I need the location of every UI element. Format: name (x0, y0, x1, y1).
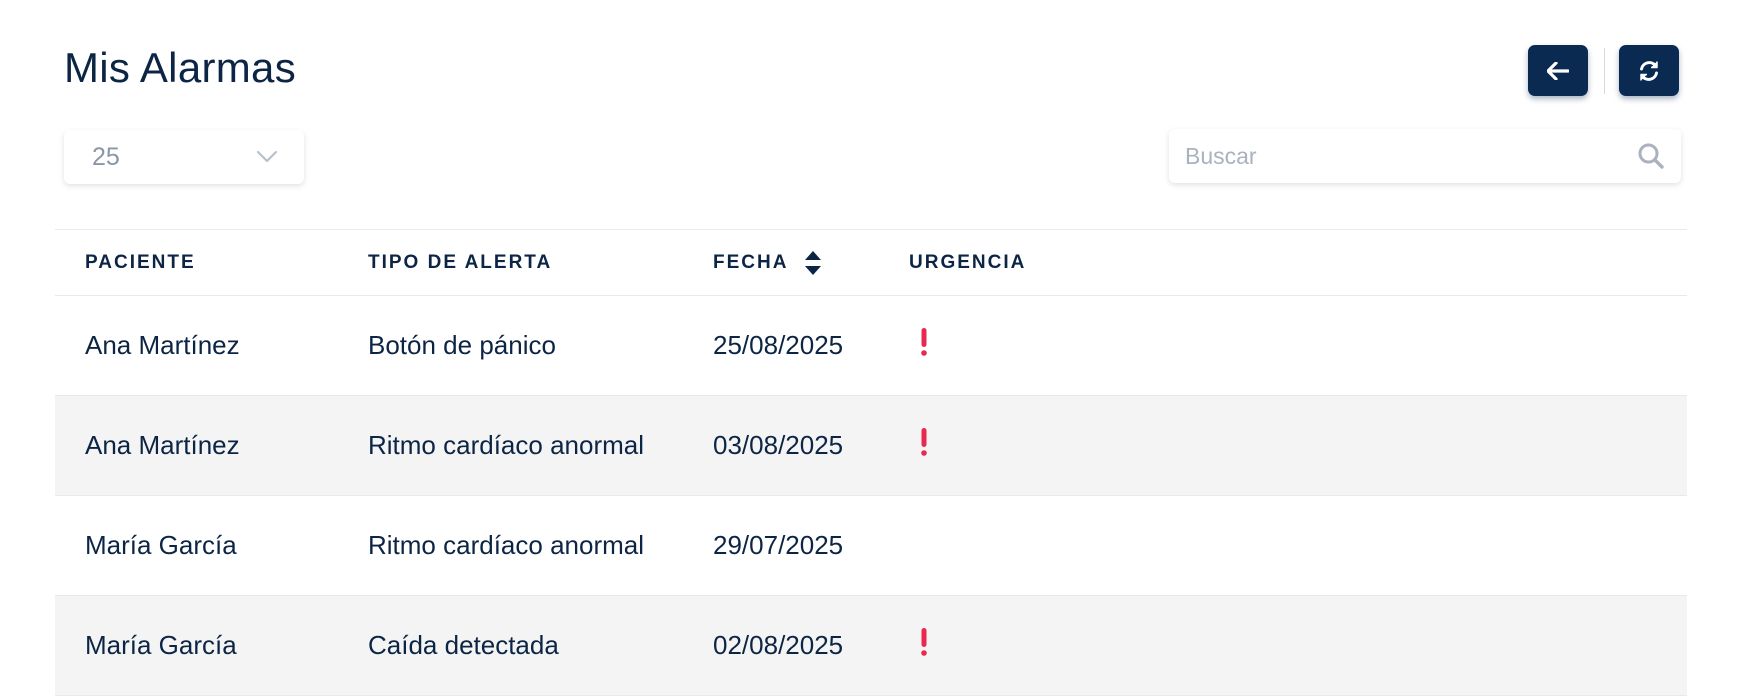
column-header-paciente[interactable]: PACIENTE (55, 252, 368, 274)
cell-fecha: 02/08/2025 (713, 630, 844, 660)
cell-tipo-alerta: Ritmo cardíaco anormal (368, 430, 644, 460)
alarms-table: PACIENTE TIPO DE ALERTA FECHA URGENCIA A… (55, 229, 1687, 696)
table-row[interactable]: María García Ritmo cardíaco anormal 29/0… (55, 496, 1687, 596)
chevron-down-icon (256, 150, 278, 163)
cell-paciente: Ana Martínez (85, 430, 240, 460)
table-row[interactable]: María García Caída detectada 02/08/2025 (55, 596, 1687, 696)
alarms-page: Mis Alarmas 25 Buscar PACIENTE TIPO DE A… (0, 0, 1741, 696)
cell-paciente: Ana Martínez (85, 330, 240, 360)
cell-paciente: María García (85, 530, 237, 560)
arrow-left-icon (1547, 61, 1569, 80)
exclamation-icon (921, 628, 927, 656)
cell-fecha: 03/08/2025 (713, 430, 844, 460)
table-header: PACIENTE TIPO DE ALERTA FECHA URGENCIA (55, 230, 1687, 296)
cell-urgencia (909, 628, 1687, 663)
search-box (1169, 129, 1681, 183)
column-header-urgencia[interactable]: URGENCIA (909, 252, 1687, 274)
sort-icon[interactable] (804, 250, 822, 276)
cell-urgencia (909, 428, 1687, 463)
back-button[interactable] (1528, 45, 1588, 96)
cell-urgencia (909, 328, 1687, 363)
table-row[interactable]: Ana Martínez Botón de pánico 25/08/2025 (55, 296, 1687, 396)
cell-tipo-alerta: Ritmo cardíaco anormal (368, 530, 644, 560)
column-header-fecha[interactable]: FECHA (713, 250, 909, 276)
cell-tipo-alerta: Caída detectada (368, 630, 559, 660)
exclamation-icon (921, 328, 927, 356)
toolbar-divider (1604, 47, 1605, 94)
search-icon[interactable] (1637, 142, 1665, 170)
cell-tipo-alerta: Botón de pánico (368, 330, 556, 360)
cell-fecha: 29/07/2025 (713, 530, 844, 560)
refresh-button[interactable] (1619, 45, 1679, 96)
page-size-select[interactable]: 25 (64, 130, 304, 184)
toolbar (1528, 45, 1679, 96)
exclamation-icon (921, 428, 927, 456)
search-input[interactable] (1185, 142, 1637, 170)
cell-paciente: María García (85, 630, 237, 660)
column-header-tipo-alerta[interactable]: TIPO DE ALERTA (368, 252, 713, 274)
refresh-icon (1640, 60, 1658, 81)
cell-fecha: 25/08/2025 (713, 330, 844, 360)
column-header-fecha-label: FECHA (713, 251, 789, 273)
page-size-value: 25 (92, 142, 120, 171)
page-title: Mis Alarmas (64, 44, 297, 91)
table-row[interactable]: Ana Martínez Ritmo cardíaco anormal 03/0… (55, 396, 1687, 496)
